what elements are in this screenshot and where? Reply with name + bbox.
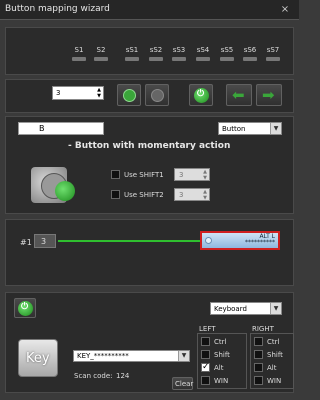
right-alt-checkbox[interactable] (254, 363, 263, 372)
button-name-field[interactable]: B (18, 122, 104, 135)
shift1-label: Use SHIFT1 (124, 171, 164, 179)
scan-code-value: 124 (116, 372, 130, 380)
push-button-icon (31, 163, 77, 207)
spinner-arrows-icon: ▲ ▼ (97, 87, 101, 99)
arrow-left-icon: ⬅ (232, 86, 245, 104)
keyboard-key-icon: Key (18, 339, 58, 377)
next-button[interactable]: ➡ (256, 84, 282, 106)
check-icon: ✓ (202, 362, 210, 372)
status-label: S2 (96, 46, 106, 54)
button-name-value: B (39, 124, 45, 133)
key-select[interactable]: KEY_********** ▼ (73, 350, 190, 362)
spinner-arrows-icon: ▲ ▼ (203, 169, 207, 181)
left-alt-checkbox[interactable]: ✓ (201, 362, 210, 372)
timeline-row-number: 3 (41, 237, 47, 246)
shift1-checkbox[interactable] (111, 170, 120, 179)
left-win-checkbox[interactable] (201, 376, 210, 385)
status-label: sS2 (149, 46, 163, 54)
shift2-label: Use SHIFT2 (124, 191, 164, 199)
output-reset-button[interactable]: ⏻ (14, 298, 36, 318)
copy-button[interactable] (117, 84, 141, 106)
status-led (172, 57, 186, 61)
status-led (196, 57, 210, 61)
status-label: S1 (74, 46, 84, 54)
close-button[interactable]: × (276, 2, 294, 17)
right-ctrl-checkbox[interactable] (254, 337, 263, 346)
timeline-row-value: 3 (34, 234, 56, 248)
chevron-down-icon: ▼ (270, 123, 281, 134)
spinner-arrows-icon: ▲ ▼ (203, 189, 207, 201)
status-label: sS7 (266, 46, 280, 54)
event-sub-label: ********** (245, 239, 275, 246)
status-panel: S1 S2 sS1 sS2 sS3 sS4 sS5 sS6 sS7 (5, 27, 294, 75)
chevron-down-icon: ▼ (178, 351, 189, 361)
scan-code-label: Scan code: (74, 372, 113, 380)
shift1-value: 3 (179, 171, 184, 179)
key-icon-label: Key (26, 351, 50, 366)
copy-icon (123, 89, 136, 102)
window-title: Button mapping wizard (5, 4, 110, 14)
toolbar-panel: 3 ▲ ▼ ⏻ ⬅ ➡ (5, 79, 294, 113)
status-led (149, 57, 163, 61)
button-config-panel: B Button ▼ - Button with momentary actio… (5, 116, 294, 214)
right-ctrl-label: Ctrl (267, 338, 280, 346)
paste-icon (151, 89, 164, 102)
paste-button[interactable] (145, 84, 169, 106)
button-number-spinner[interactable]: 3 ▲ ▼ (52, 86, 104, 100)
reset-icon: ⏻ (18, 301, 33, 316)
timeline-panel: #1 3 ALT L ********** (5, 219, 294, 286)
right-win-label: WIN (267, 377, 282, 385)
shift2-spinner[interactable]: 3 ▲ ▼ (174, 188, 210, 201)
output-panel: ⏻ Keyboard ▼ Key KEY_********** ▼ Scan c… (5, 292, 294, 393)
close-icon: × (280, 4, 290, 15)
shift1-spinner[interactable]: 3 ▲ ▼ (174, 168, 210, 181)
timeline-track (58, 240, 204, 242)
chevron-down-icon: ▼ (270, 303, 281, 314)
button-type-select[interactable]: Button ▼ (218, 122, 282, 135)
left-ctrl-label: Ctrl (214, 338, 227, 346)
button-description: - Button with momentary action (68, 141, 231, 151)
status-led (72, 57, 86, 61)
status-led (125, 57, 139, 61)
button-type-value: Button (222, 125, 246, 133)
previous-button[interactable]: ⬅ (226, 84, 252, 106)
timeline-row-label: #1 (20, 238, 32, 247)
output-mode-select[interactable]: Keyboard ▼ (210, 302, 282, 315)
clear-button[interactable]: Clear (172, 377, 193, 390)
right-win-checkbox[interactable] (254, 376, 263, 385)
right-modifiers-header: RIGHT (252, 325, 274, 333)
left-alt-label: Alt (214, 364, 224, 372)
shift2-checkbox[interactable] (111, 190, 120, 199)
left-modifiers-header: LEFT (199, 325, 216, 333)
status-label: sS1 (125, 46, 139, 54)
left-shift-checkbox[interactable] (201, 350, 210, 359)
arrow-right-icon: ➡ (262, 86, 275, 104)
status-led (94, 57, 108, 61)
shift2-value: 3 (179, 191, 184, 199)
status-label: sS4 (196, 46, 210, 54)
status-led (266, 57, 280, 61)
button-number-value: 3 (56, 89, 61, 97)
right-alt-label: Alt (267, 364, 277, 372)
left-ctrl-checkbox[interactable] (201, 337, 210, 346)
left-win-label: WIN (214, 377, 229, 385)
title-bar: Button mapping wizard × (0, 0, 299, 20)
status-label: sS5 (220, 46, 234, 54)
left-modifiers-box: Ctrl Shift ✓ Alt WIN (197, 333, 247, 389)
status-label: sS6 (243, 46, 257, 54)
output-mode-value: Keyboard (214, 305, 247, 313)
status-led (243, 57, 257, 61)
reset-icon: ⏻ (194, 88, 209, 103)
right-shift-checkbox[interactable] (254, 350, 263, 359)
status-label: sS3 (172, 46, 186, 54)
key-select-value: KEY_********** (77, 352, 129, 360)
event-handle-icon (205, 237, 212, 244)
right-modifiers-box: Ctrl Shift Alt WIN (250, 333, 294, 389)
left-shift-label: Shift (214, 351, 230, 359)
status-led (220, 57, 234, 61)
timeline-event[interactable]: ALT L ********** (200, 231, 280, 250)
clear-label: Clear (175, 380, 194, 388)
reset-button[interactable]: ⏻ (189, 84, 213, 106)
right-shift-label: Shift (267, 351, 283, 359)
